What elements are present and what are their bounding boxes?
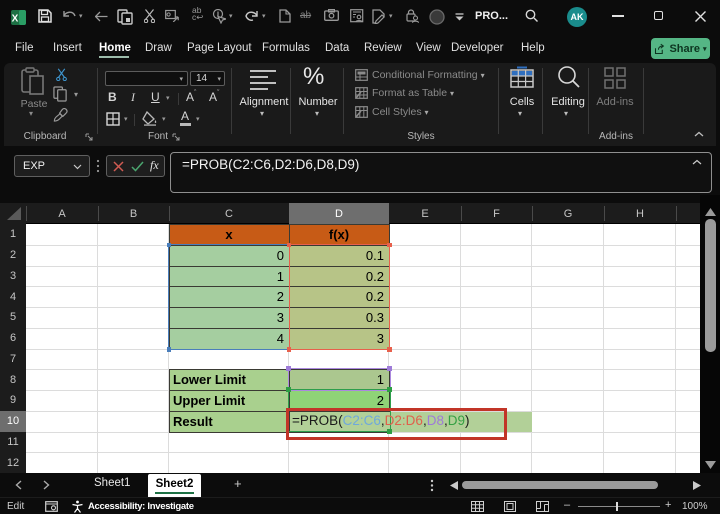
svg-text:X: X bbox=[12, 14, 19, 25]
